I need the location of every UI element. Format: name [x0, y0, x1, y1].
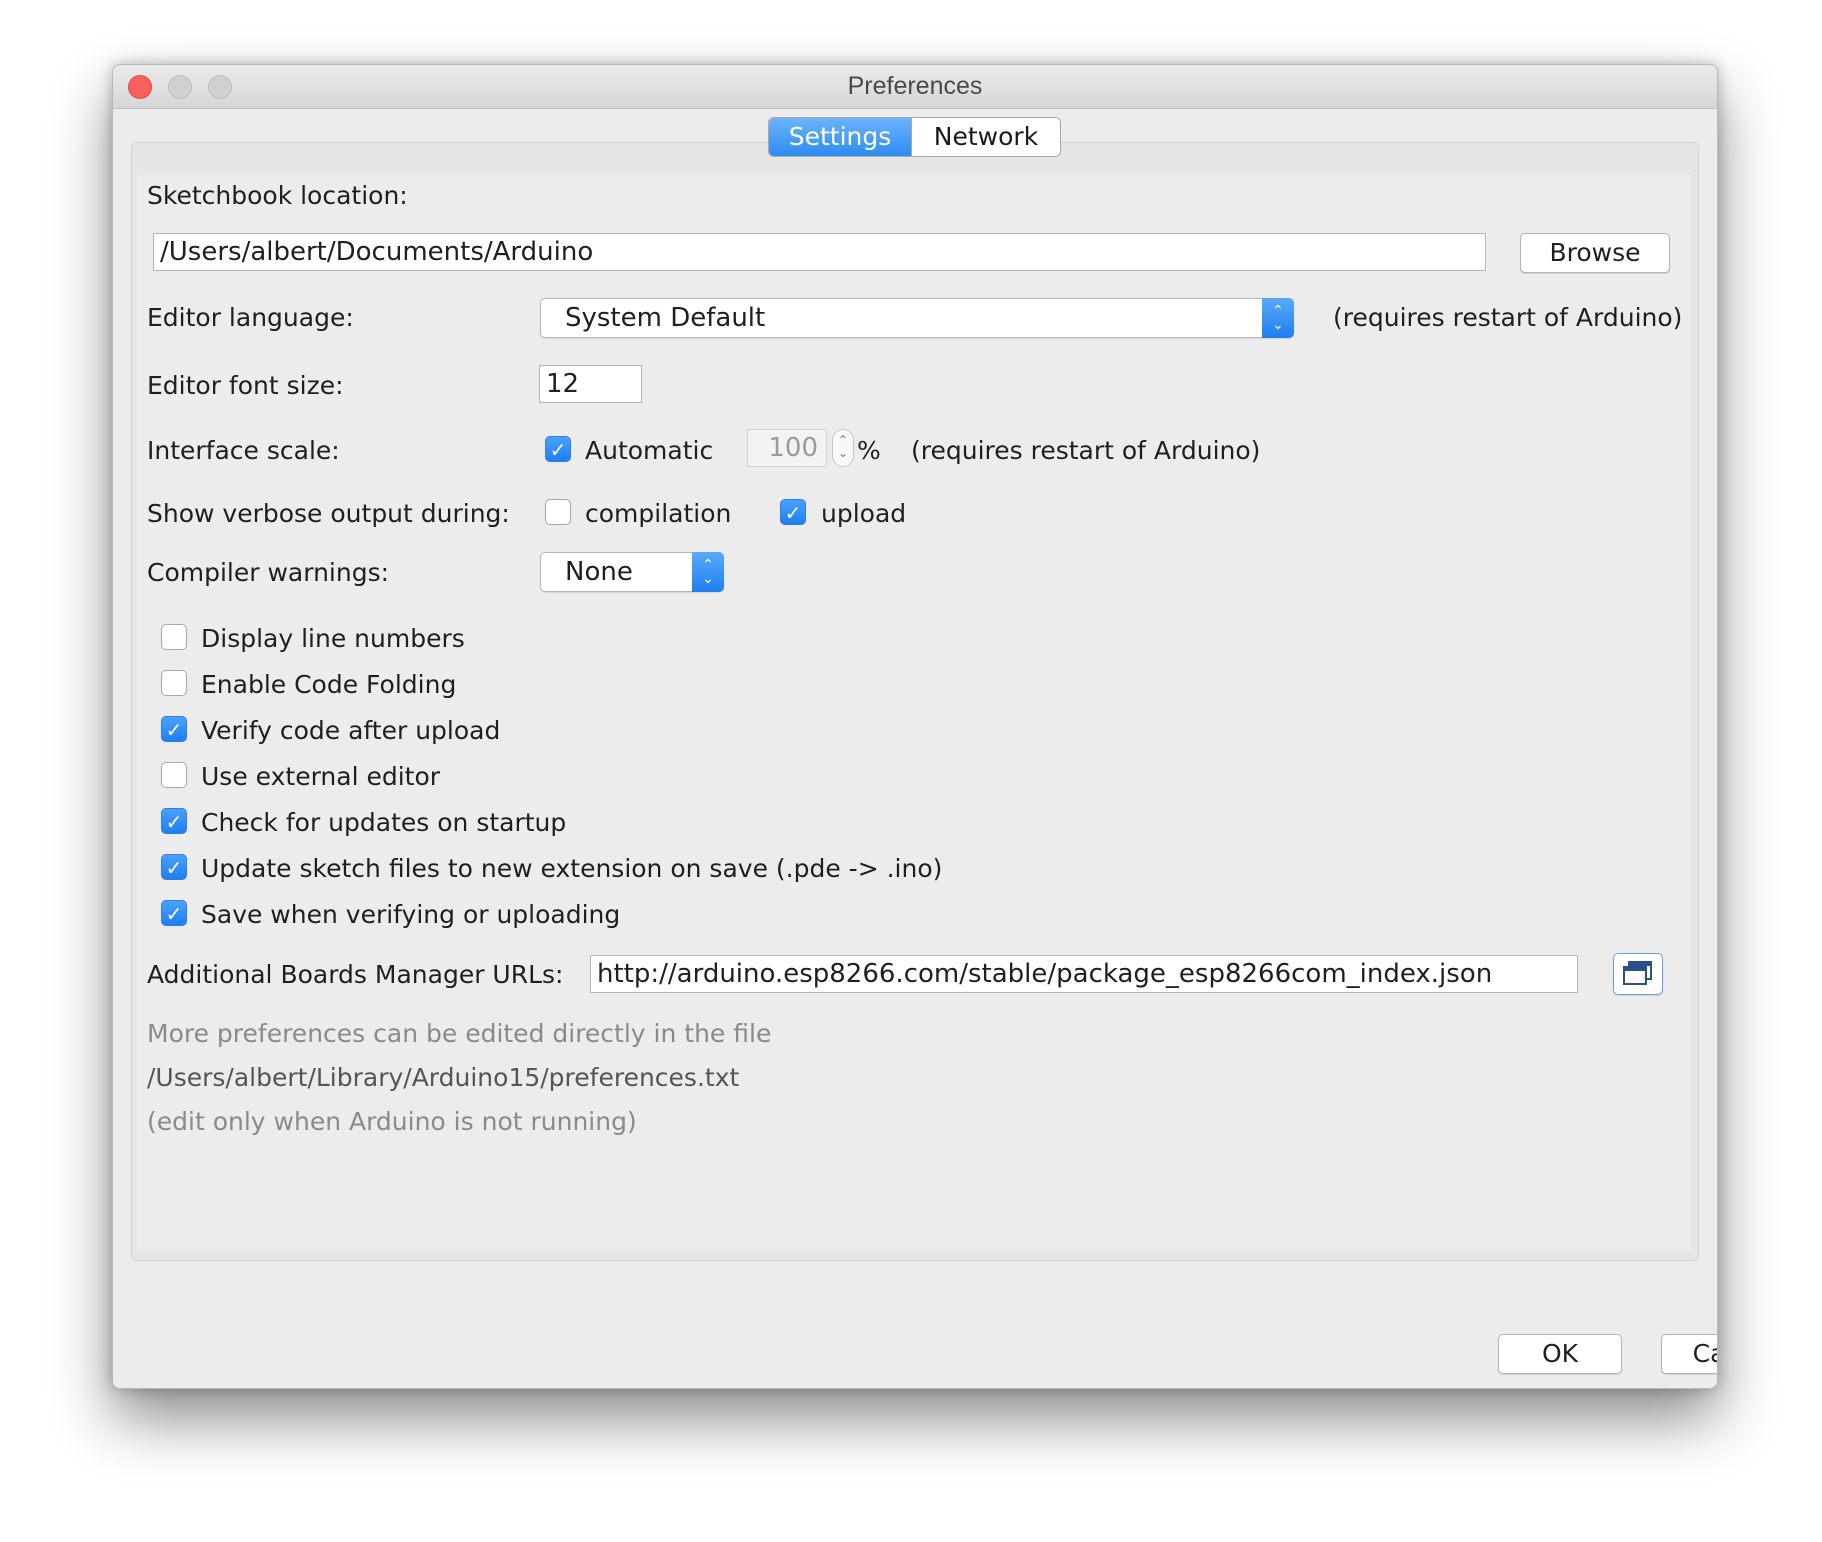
checkmark-icon: ✓ — [165, 810, 183, 834]
enable-code-folding-checkbox[interactable] — [161, 670, 187, 696]
compiler-warnings-value: None — [565, 557, 633, 587]
tab-settings[interactable]: Settings — [769, 118, 911, 156]
editor-language-value: System Default — [565, 303, 766, 333]
compilation-checkbox[interactable] — [545, 499, 571, 525]
editor-language-select[interactable]: System Default ⌃ ⌄ — [540, 298, 1294, 338]
update-extension-checkbox[interactable]: ✓ — [161, 854, 187, 880]
chevron-up-down-icon: ⌃ ⌄ — [1262, 298, 1294, 338]
scale-field[interactable]: 100 — [747, 429, 827, 467]
verbose-label: Show verbose output during: — [147, 499, 510, 528]
checkmark-icon: ✓ — [165, 902, 183, 926]
edit-warning-note: (edit only when Arduino is not running) — [147, 1107, 637, 1136]
interface-scale-label: Interface scale: — [147, 436, 340, 465]
checkmark-icon: ✓ — [549, 438, 567, 462]
interface-scale-note: (requires restart of Arduino) — [911, 436, 1261, 465]
editor-language-label: Editor language: — [147, 303, 354, 332]
option-label: Check for updates on startup — [201, 808, 567, 837]
tab-bar: Settings Network — [768, 117, 1061, 157]
compiler-warnings-label: Compiler warnings: — [147, 558, 390, 587]
editor-language-note: (requires restart of Arduino) — [1333, 303, 1683, 332]
more-preferences-note: More preferences can be edited directly … — [147, 1019, 772, 1048]
compiler-warnings-select[interactable]: None ⌃ ⌄ — [540, 552, 724, 592]
font-size-label: Editor font size: — [147, 371, 344, 400]
sketchbook-path-field[interactable]: /Users/albert/Documents/Arduino — [153, 233, 1486, 271]
save-when-verifying-checkbox[interactable]: ✓ — [161, 900, 187, 926]
external-editor-checkbox[interactable] — [161, 762, 187, 788]
automatic-label: Automatic — [585, 436, 714, 465]
preferences-window: Preferences Settings Network Sketchbook … — [112, 64, 1718, 1389]
chevron-up-down-icon: ⌃ ⌄ — [692, 552, 724, 592]
font-size-field[interactable]: 12 — [539, 365, 642, 403]
browse-button[interactable]: Browse — [1520, 233, 1670, 273]
option-label: Verify code after upload — [201, 716, 501, 745]
tab-network[interactable]: Network — [911, 118, 1060, 156]
checkmark-icon: ✓ — [165, 718, 183, 742]
verify-code-checkbox[interactable]: ✓ — [161, 716, 187, 742]
option-label: Use external editor — [201, 762, 441, 791]
scale-unit: % — [857, 436, 881, 465]
option-label: Save when verifying or uploading — [201, 900, 621, 929]
ok-button[interactable]: OK — [1498, 1334, 1622, 1374]
compilation-label: compilation — [585, 499, 732, 528]
display-line-numbers-checkbox[interactable] — [161, 624, 187, 650]
scale-stepper[interactable]: ⌃ ⌄ — [832, 429, 854, 467]
option-label: Enable Code Folding — [201, 670, 457, 699]
upload-checkbox[interactable]: ✓ — [780, 499, 806, 525]
settings-content: Sketchbook location: /Users/albert/Docum… — [137, 175, 1691, 1251]
automatic-checkbox[interactable]: ✓ — [545, 436, 571, 462]
boards-manager-label: Additional Boards Manager URLs: — [147, 960, 564, 989]
checkmark-icon: ✓ — [165, 856, 183, 880]
option-label: Display line numbers — [201, 624, 465, 653]
check-updates-checkbox[interactable]: ✓ — [161, 808, 187, 834]
option-label: Update sketch files to new extension on … — [201, 854, 943, 883]
window-list-icon-glyph — [1623, 961, 1652, 985]
preferences-file-path: /Users/albert/Library/Arduino15/preferen… — [147, 1063, 740, 1092]
boards-manager-url-field[interactable]: http://arduino.esp8266.com/stable/packag… — [590, 955, 1578, 993]
title-bar: Preferences — [113, 65, 1717, 109]
sketchbook-label: Sketchbook location: — [147, 181, 408, 210]
window-title: Preferences — [847, 72, 983, 100]
window-list-icon[interactable] — [1613, 953, 1663, 995]
upload-label: upload — [821, 499, 907, 528]
checkmark-icon: ✓ — [784, 501, 802, 525]
cancel-button[interactable]: Cancel — [1661, 1334, 1717, 1374]
